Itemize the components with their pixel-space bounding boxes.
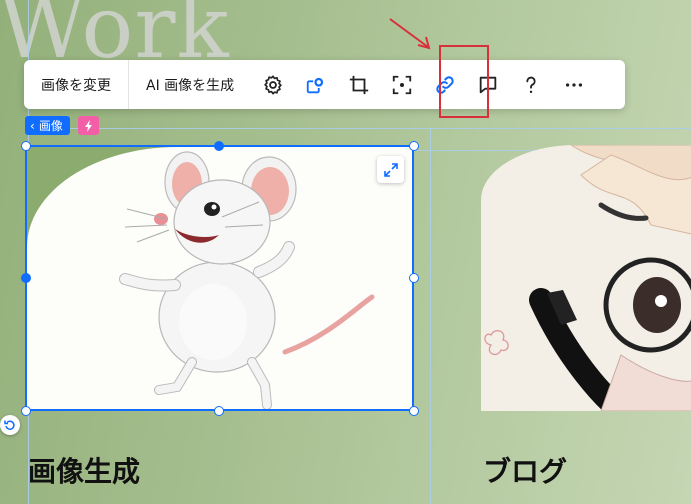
mouse-illustration <box>27 147 412 409</box>
ai-bolt-badge[interactable] <box>78 116 99 135</box>
image-toolbar: 画像を変更 AI 画像を生成 <box>24 60 625 109</box>
more-button[interactable] <box>552 60 595 109</box>
resize-handle-top-left[interactable] <box>21 141 31 151</box>
caption-image-generation: 画像生成 <box>28 455 141 488</box>
crop-button[interactable] <box>337 60 380 109</box>
annotation-arrow <box>389 18 431 50</box>
rotate-button[interactable] <box>0 415 20 435</box>
focal-point-button[interactable] <box>380 60 423 109</box>
mouse-image <box>119 151 375 409</box>
resize-handle-top[interactable] <box>214 141 224 151</box>
guide-line <box>28 128 691 129</box>
element-type-tag[interactable]: ‹ 画像 <box>25 116 70 135</box>
annotation-highlight-box <box>439 45 489 118</box>
animation-icon <box>306 76 325 93</box>
expand-button[interactable] <box>377 156 404 183</box>
help-button[interactable] <box>509 60 552 109</box>
change-image-button[interactable]: 画像を変更 <box>24 60 128 109</box>
more-icon <box>565 82 582 87</box>
animation-button[interactable] <box>294 60 337 109</box>
rotate-icon <box>4 420 15 430</box>
focal-point-icon <box>392 75 411 94</box>
resize-handle-left[interactable] <box>21 273 31 283</box>
resize-handle-right[interactable] <box>409 273 419 283</box>
resize-handle-top-right[interactable] <box>409 141 419 151</box>
crop-icon <box>349 75 368 94</box>
resize-handle-bottom[interactable] <box>214 406 224 416</box>
guide-line <box>430 128 431 504</box>
anime-illustration <box>484 145 691 411</box>
selected-image-frame[interactable] <box>25 145 414 411</box>
expand-icon <box>383 162 398 177</box>
resize-handle-bottom-right[interactable] <box>409 406 419 416</box>
back-chevron-icon: ‹ <box>30 118 35 133</box>
element-type-label: 画像 <box>38 119 63 133</box>
lightning-icon <box>84 119 92 132</box>
help-icon <box>526 76 536 93</box>
generate-ai-image-button[interactable]: AI 画像を生成 <box>129 60 251 109</box>
gear-icon <box>263 74 282 95</box>
anime-boy-image[interactable] <box>481 145 691 411</box>
resize-handle-bottom-left[interactable] <box>21 406 31 416</box>
settings-button[interactable] <box>251 60 294 109</box>
caption-blog: ブログ <box>483 455 568 488</box>
